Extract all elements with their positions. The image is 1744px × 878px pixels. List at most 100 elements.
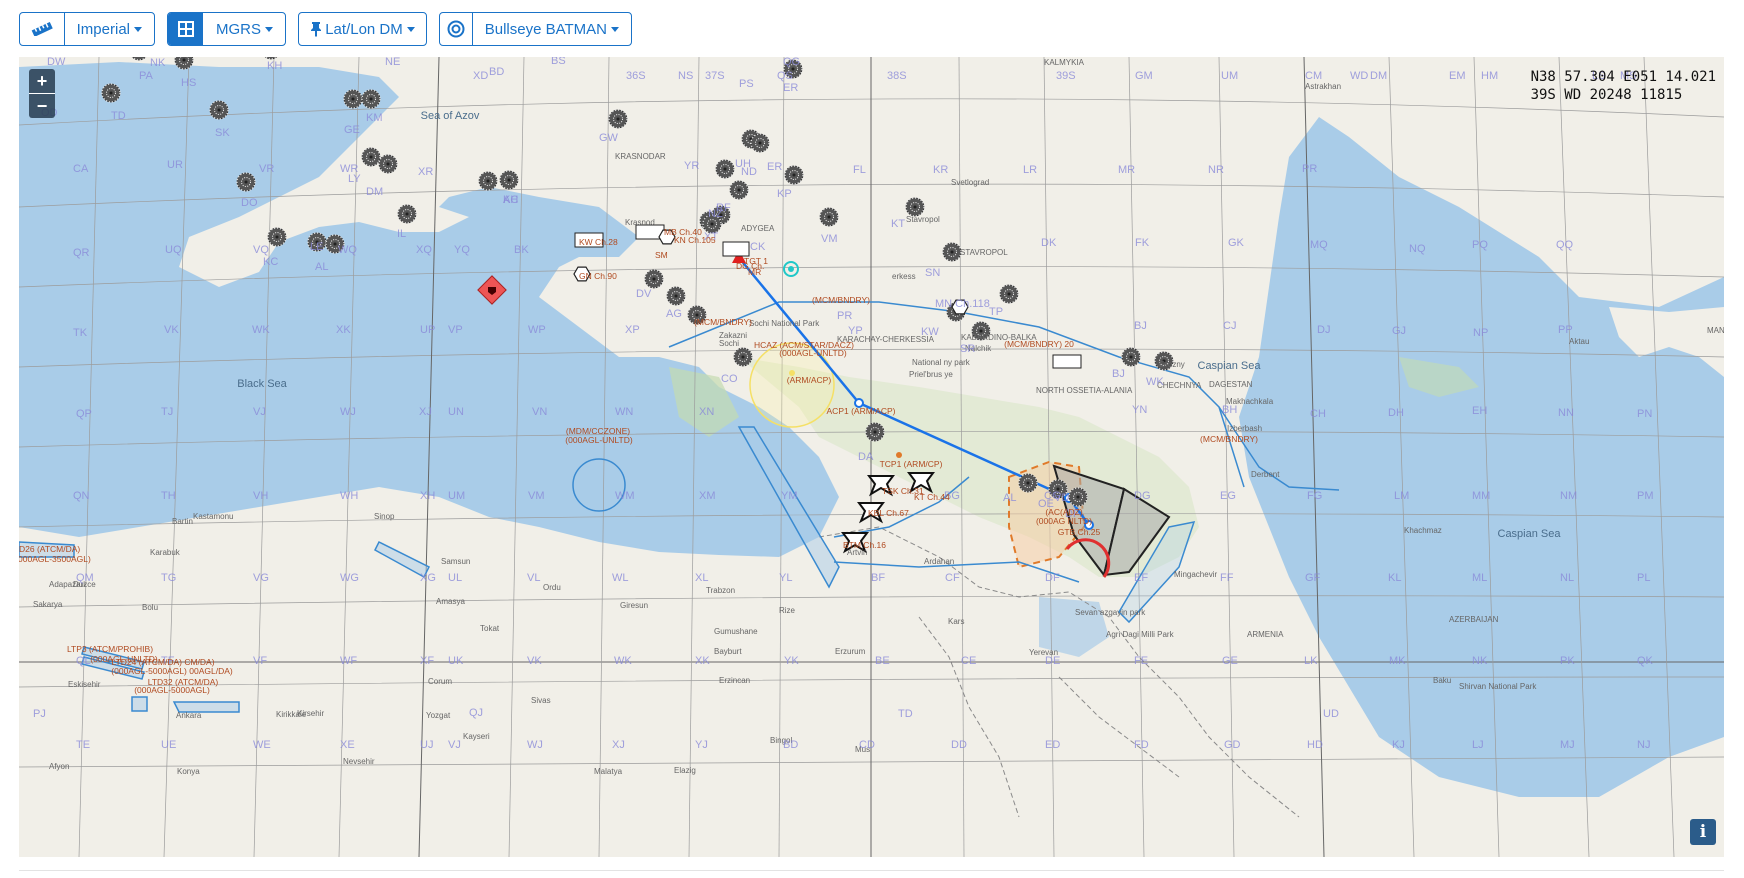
threat-icon [477, 275, 507, 305]
grid-label: NK [1472, 655, 1488, 667]
navaid-label: MR [748, 267, 761, 277]
units-label: Imperial [76, 20, 130, 38]
grid-label: DO [241, 197, 258, 209]
grid-label: NN [1558, 407, 1574, 419]
airspace-label: (000AGL-3500AGL) [19, 554, 91, 564]
grid-label: EM [1449, 70, 1466, 82]
grid-label: PL [1637, 572, 1650, 584]
grid-label: GE [344, 124, 360, 136]
grid-label: BD [783, 739, 798, 751]
grid-label: UK [448, 655, 464, 667]
bullseye-dropdown[interactable]: Bullseye BATMAN [473, 13, 631, 45]
grid-label: SR [960, 343, 975, 355]
place-label: Gumushane [714, 627, 758, 636]
place-label: Karabuk [150, 548, 181, 557]
place-label: Sochi National Park [749, 319, 820, 328]
water-label: Caspian Sea [1498, 528, 1562, 540]
grid-label: AL [315, 261, 328, 273]
grid-label: GF [1305, 572, 1321, 584]
grid-label: HD [1307, 739, 1323, 751]
ruler-icon[interactable] [20, 13, 65, 45]
place-label: Agri Dagi Milli Park [1106, 630, 1175, 639]
map-view[interactable]: Sea of Azov Black Sea Caspian Sea Caspian S… [19, 57, 1724, 857]
bullseye-icon[interactable] [440, 13, 473, 45]
grid-label: 39S [1056, 70, 1076, 82]
grid-label: YP [848, 325, 863, 337]
place-label: Malatya [594, 767, 623, 776]
airfield-icon [1052, 354, 1082, 369]
grid-label: FE [1134, 655, 1148, 667]
place-label: Ankara [176, 711, 202, 720]
grid-label: QM [76, 572, 94, 584]
coord-format-button-group: Lat/Lon DM [298, 12, 427, 46]
grid-label: IL [397, 228, 406, 240]
airspace-label: (000AGL-5000AGL) 00AGL/DA) [111, 666, 233, 676]
grid-label: YL [779, 572, 792, 584]
grid-label: KC [263, 256, 278, 268]
grid-icon[interactable] [168, 13, 204, 45]
place-label: Sevan azgayin park [1075, 608, 1146, 617]
coord-format-label: Lat/Lon DM [325, 20, 403, 38]
grid-label: KP [777, 188, 792, 200]
grid-label: CM [1305, 70, 1322, 82]
grid-label: QR [73, 247, 90, 259]
airspace-label: LTD26 (ATCM/DA) [19, 544, 80, 554]
grid-label: WE [253, 739, 271, 751]
airspace-label: (000AGL-5000AGL) [134, 685, 210, 695]
grid-label: VH [253, 490, 268, 502]
coord-format-dropdown[interactable]: Lat/Lon DM [299, 13, 426, 45]
grid-label: XK [695, 655, 710, 667]
place-label: STAVROPOL [960, 248, 1008, 257]
place-label: Samsun [441, 557, 470, 566]
grid-label: CA [73, 163, 89, 175]
grid-label: PR [837, 310, 852, 322]
info-button[interactable]: i [1690, 819, 1716, 845]
grid-label: DK [1041, 237, 1057, 249]
grid-label: SN [925, 267, 940, 279]
grid-label: ER [783, 82, 798, 94]
grid-label: 37S [705, 70, 725, 82]
map-canvas[interactable]: Sea of Azov Black Sea Caspian Sea Caspian S… [19, 57, 1724, 857]
place-label: Konya [177, 767, 200, 776]
airspace-label: (MCM/BNDRY) [694, 317, 752, 327]
navaid-marker-icon [733, 347, 753, 367]
grid-label: VN [532, 406, 547, 418]
place-label: Baku [1433, 676, 1451, 685]
grid-label: MN Ch.118 [935, 298, 990, 310]
grid-label: TE [76, 739, 90, 751]
place-label: Corum [428, 677, 452, 686]
grid-label: PS [739, 78, 754, 90]
place-label: Grozny [1159, 360, 1185, 369]
units-dropdown[interactable]: Imperial [65, 13, 154, 45]
place-label: Eskisehir [68, 680, 101, 689]
grid-label: VJ [253, 406, 266, 418]
grid-label: QQ [1556, 239, 1574, 251]
grid-label: WJ [527, 739, 543, 751]
bullseye-button-group: Bullseye BATMAN [439, 12, 632, 46]
place-label: Shirvan National Park [1459, 682, 1537, 691]
grid-label: QP [76, 408, 92, 420]
grid-label: MR [1118, 164, 1135, 176]
grid-label: FD [1134, 739, 1149, 751]
grid-label: 36S [626, 70, 646, 82]
zoom-in-button[interactable]: + [29, 69, 55, 93]
place-label: Krasnod [625, 218, 655, 227]
navaid-label: KT Ch.44 [914, 492, 950, 502]
grid-label: XP [625, 324, 640, 336]
place-label: Priel'brus ye [909, 370, 953, 379]
navaid-marker-icon [361, 147, 381, 167]
grid-label: VF [253, 655, 267, 667]
grid-label: WN [615, 406, 633, 418]
airspace-label: (ARM/ACP) [787, 375, 832, 385]
grid-dropdown[interactable]: MGRS [204, 13, 285, 45]
place-label: Astrakhan [1305, 82, 1341, 91]
navaid-marker-icon [666, 286, 686, 306]
grid-label: VK [527, 655, 542, 667]
zoom-out-button[interactable]: − [29, 93, 55, 118]
grid-label: KH [267, 60, 282, 72]
grid-label: CH [1310, 408, 1326, 420]
grid-label: PA [139, 70, 154, 82]
grid-label: LK [1304, 655, 1318, 667]
grid-label: FK [1135, 237, 1150, 249]
grid-label: BS [551, 57, 566, 67]
